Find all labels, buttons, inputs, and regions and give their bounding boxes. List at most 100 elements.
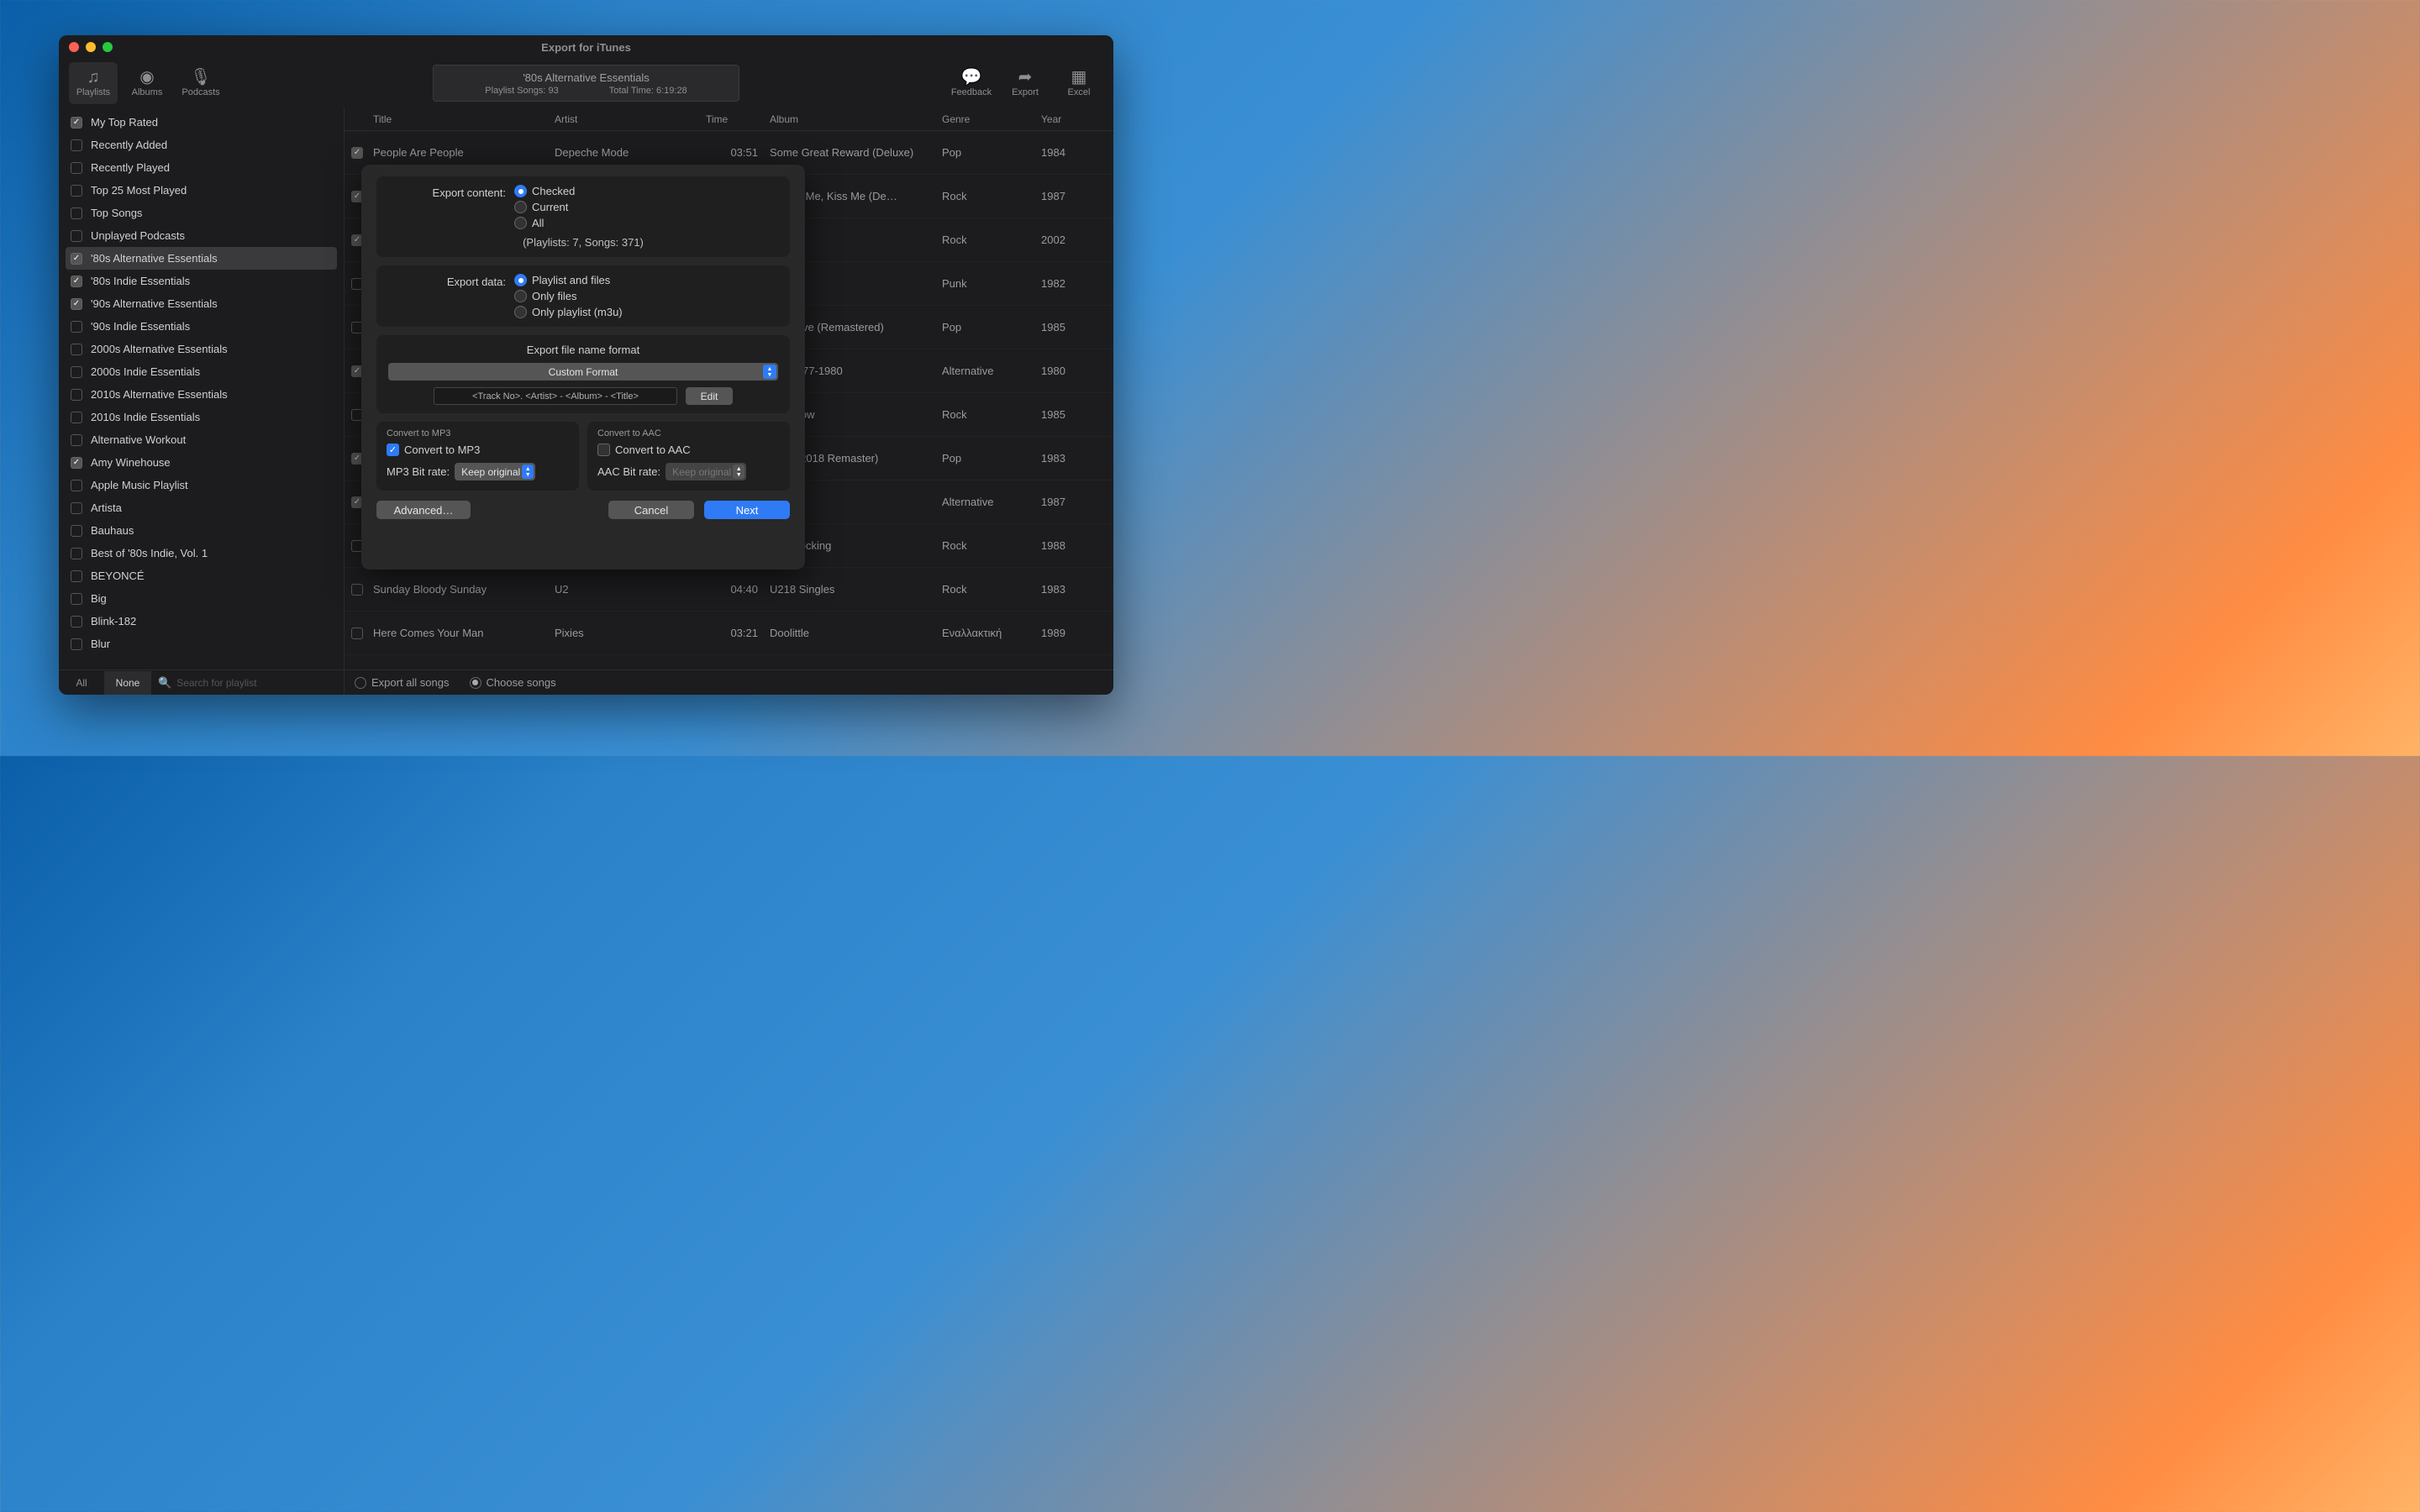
advanced-button[interactable]: Advanced… [376, 501, 471, 519]
filename-format-select[interactable]: Custom Format ▲▼ [388, 363, 778, 381]
playlist-item[interactable]: Artista [66, 496, 337, 519]
checkbox-icon[interactable] [71, 502, 82, 514]
playlist-item[interactable]: Unplayed Podcasts [66, 224, 337, 247]
radio-option[interactable]: Playlist and files [514, 274, 623, 286]
zoom-window-button[interactable] [103, 42, 113, 52]
aac-bitrate-select[interactable]: Keep original ▲▼ [666, 463, 746, 480]
cell-genre: Pop [942, 146, 1041, 159]
toolbar-excel-button[interactable]: ▦Excel [1055, 62, 1103, 104]
sidebar-filter-all[interactable]: All [59, 671, 105, 695]
playlist-item[interactable]: 2010s Indie Essentials [66, 406, 337, 428]
playlist-item[interactable]: Alternative Workout [66, 428, 337, 451]
header-album[interactable]: Album [770, 113, 942, 125]
checkbox-icon[interactable] [71, 185, 82, 197]
radio-option[interactable]: Checked [514, 185, 575, 197]
cancel-button[interactable]: Cancel [608, 501, 694, 519]
footer-export-all[interactable]: Export all songs [355, 676, 450, 689]
playlist-item[interactable]: Blink-182 [66, 610, 337, 633]
table-row[interactable]: Sunday Bloody SundayU204:40U218 SinglesR… [345, 568, 1113, 612]
playlist-item[interactable]: ✓'90s Alternative Essentials [66, 292, 337, 315]
table-row[interactable]: Here Comes Your ManPixies03:21DoolittleΕ… [345, 612, 1113, 655]
radio-option[interactable]: Only playlist (m3u) [514, 306, 623, 318]
checkbox-icon[interactable] [71, 548, 82, 559]
checkbox-icon[interactable] [71, 593, 82, 605]
checkbox-icon[interactable] [71, 525, 82, 537]
minimize-window-button[interactable] [86, 42, 96, 52]
radio-option[interactable]: All [514, 217, 575, 229]
toolbar-export-button[interactable]: ➦Export [1001, 62, 1050, 104]
toolbar-podcasts-button[interactable]: 🎙Podcasts [176, 62, 225, 104]
playlist-label: Artista [91, 501, 122, 514]
toolbar-albums-button[interactable]: ◉Albums [123, 62, 171, 104]
checkbox-icon: ✓ [387, 444, 399, 456]
convert-mp3-check[interactable]: ✓ Convert to MP3 [387, 444, 569, 456]
playlist-item[interactable]: Blur [66, 633, 337, 655]
playlist-item[interactable]: Bauhaus [66, 519, 337, 542]
playlist-item[interactable]: Top 25 Most Played [66, 179, 337, 202]
playlist-item[interactable]: 2010s Alternative Essentials [66, 383, 337, 406]
playlist-item[interactable]: ✓'80s Indie Essentials [66, 270, 337, 292]
playlist-item[interactable]: 2000s Alternative Essentials [66, 338, 337, 360]
checkbox-icon[interactable] [71, 616, 82, 627]
header-title[interactable]: Title [370, 113, 555, 125]
close-window-button[interactable] [69, 42, 79, 52]
row-checkbox[interactable] [351, 584, 363, 596]
radio-option[interactable]: Current [514, 201, 575, 213]
toolbar-playlists-button[interactable]: ♫Playlists [69, 62, 118, 104]
checkbox-icon[interactable] [71, 162, 82, 174]
playlist-item[interactable]: '90s Indie Essentials [66, 315, 337, 338]
playlist-item[interactable]: Recently Played [66, 156, 337, 179]
playlist-item[interactable]: Top Songs [66, 202, 337, 224]
playlist-item[interactable]: ✓ My Top Rated [66, 111, 337, 134]
nowplay-songs: Playlist Songs: 93 [485, 86, 558, 96]
next-button[interactable]: Next [704, 501, 790, 519]
sidebar-search[interactable]: 🔍 Search for playlist [151, 676, 344, 690]
playlist-item[interactable]: Best of '80s Indie, Vol. 1 [66, 542, 337, 564]
checkbox-icon[interactable]: ✓ [71, 298, 82, 310]
checkbox-icon[interactable] [71, 434, 82, 446]
header-artist[interactable]: Artist [555, 113, 706, 125]
row-checkbox[interactable]: ✓ [351, 147, 363, 159]
checkbox-icon[interactable] [71, 344, 82, 355]
playlist-list[interactable]: ✓ My Top Rated Recently Added Recently Play… [59, 108, 344, 669]
mp3-bitrate-select[interactable]: Keep original ▲▼ [455, 463, 535, 480]
checkbox-icon[interactable] [71, 230, 82, 242]
checkbox-icon[interactable]: ✓ [71, 253, 82, 265]
sidebar-filter-none[interactable]: None [105, 671, 151, 695]
playlist-label: 2010s Indie Essentials [91, 411, 200, 423]
playlist-item[interactable]: BEYONCÉ [66, 564, 337, 587]
footer-choose-songs[interactable]: Choose songs [470, 676, 556, 689]
checkbox-icon[interactable] [71, 570, 82, 582]
checkbox-icon[interactable] [71, 638, 82, 650]
convert-aac-check[interactable]: Convert to AAC [597, 444, 780, 456]
playlist-label: Top Songs [91, 207, 142, 219]
checkbox-icon[interactable] [71, 480, 82, 491]
header-year[interactable]: Year [1041, 113, 1100, 125]
row-checkbox[interactable] [351, 627, 363, 639]
playlist-label: Recently Played [91, 161, 170, 174]
playlist-item[interactable]: ✓'80s Alternative Essentials [66, 247, 337, 270]
playlist-item[interactable]: Apple Music Playlist [66, 474, 337, 496]
checkbox-icon[interactable]: ✓ [71, 117, 82, 129]
playlist-item[interactable]: Recently Added [66, 134, 337, 156]
filename-format-field[interactable]: <Track No>. <Artist> - <Album> - <Title> [434, 387, 677, 405]
edit-format-button[interactable]: Edit [686, 387, 733, 405]
playlist-item[interactable]: Big [66, 587, 337, 610]
checkbox-icon[interactable] [71, 366, 82, 378]
toolbar-feedback-button[interactable]: 💬Feedback [947, 62, 996, 104]
checkbox-icon[interactable]: ✓ [71, 457, 82, 469]
playlist-item[interactable]: ✓Amy Winehouse [66, 451, 337, 474]
checkbox-icon[interactable] [71, 389, 82, 401]
header-time[interactable]: Time [706, 113, 770, 125]
checkbox-icon[interactable] [71, 321, 82, 333]
playlist-item[interactable]: 2000s Indie Essentials [66, 360, 337, 383]
checkbox-icon[interactable] [71, 412, 82, 423]
playlist-label: Bauhaus [91, 524, 134, 537]
checkbox-icon[interactable]: ✓ [71, 276, 82, 287]
header-genre[interactable]: Genre [942, 113, 1041, 125]
radio-option[interactable]: Only files [514, 290, 623, 302]
checkbox-icon[interactable] [71, 207, 82, 219]
checkbox-icon[interactable] [71, 139, 82, 151]
cell-genre: Rock [942, 539, 1041, 552]
playlist-label: My Top Rated [91, 116, 158, 129]
